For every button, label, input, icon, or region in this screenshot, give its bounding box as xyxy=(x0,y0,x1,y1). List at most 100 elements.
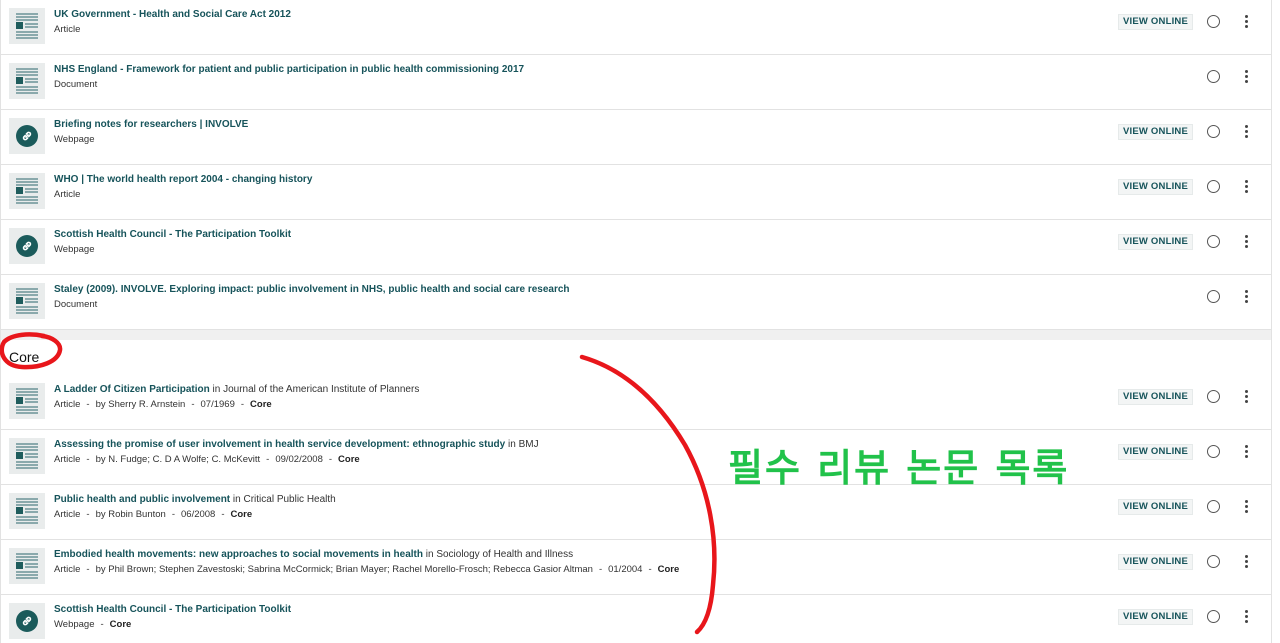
more-options-icon[interactable] xyxy=(1244,180,1248,193)
item-source: in Journal of the American Institute of … xyxy=(209,384,420,395)
item-text: NHS England - Framework for patient and … xyxy=(54,64,1031,91)
item-date: 09/02/2008 xyxy=(275,454,323,465)
item-meta: Article xyxy=(54,189,1031,201)
document-icon[interactable] xyxy=(9,63,45,99)
document-icon[interactable] xyxy=(9,548,45,584)
item-title-link[interactable]: Assessing the promise of user involvemen… xyxy=(54,439,505,450)
item-tag: Core xyxy=(230,509,253,520)
more-options-icon[interactable] xyxy=(1244,390,1248,403)
item-meta: Article - by Phil Brown; Stephen Zavestosk… xyxy=(54,564,1031,576)
item-text: UK Government - Health and Social Care A… xyxy=(54,9,1031,36)
item-text: A Ladder Of Citizen Participation in Jou… xyxy=(54,384,1031,411)
view-online-button[interactable]: VIEW ONLINE xyxy=(1118,389,1194,405)
document-icon[interactable] xyxy=(9,283,45,319)
item-text: Staley (2009). INVOLVE. Exploring impact… xyxy=(54,284,1031,311)
more-options-icon[interactable] xyxy=(1244,555,1248,568)
item-text: Scottish Health Council - The Participat… xyxy=(54,604,1031,631)
select-radio[interactable] xyxy=(1207,610,1220,623)
view-online-button[interactable]: VIEW ONLINE xyxy=(1118,179,1194,195)
view-online-button[interactable]: VIEW ONLINE xyxy=(1118,124,1194,140)
link-icon[interactable] xyxy=(9,228,45,264)
item-title-link[interactable]: Scottish Health Council - The Participat… xyxy=(54,604,291,615)
meta-separator: - xyxy=(648,564,652,575)
view-online-button[interactable]: VIEW ONLINE xyxy=(1118,609,1194,625)
item-tag: Core xyxy=(250,399,272,410)
meta-separator: - xyxy=(100,619,104,630)
more-options-icon[interactable] xyxy=(1244,610,1248,623)
more-options-icon[interactable] xyxy=(1244,500,1248,513)
item-tag: Core xyxy=(109,619,132,630)
item-title-link[interactable]: A Ladder Of Citizen Participation xyxy=(54,384,210,395)
more-options-icon[interactable] xyxy=(1244,235,1248,248)
meta-separator: - xyxy=(240,399,245,410)
item-type: Article xyxy=(54,189,81,200)
more-options-icon[interactable] xyxy=(1244,70,1248,83)
meta-separator: - xyxy=(221,509,225,520)
item-type: Article xyxy=(54,509,81,520)
item-type: Document xyxy=(54,79,98,90)
document-icon[interactable] xyxy=(9,438,45,474)
view-online-button[interactable]: VIEW ONLINE xyxy=(1118,554,1194,570)
item-authors: by N. Fudge; C. D A Wolfe; C. McKevitt xyxy=(95,454,261,465)
item-text: Briefing notes for researchers | INVOLVE… xyxy=(54,119,1031,146)
section-header: Core xyxy=(1,330,1271,375)
item-meta: Document xyxy=(54,79,1031,91)
title-line: A Ladder Of Citizen Participation in Jou… xyxy=(54,384,1031,396)
item-text: Public health and public involvement in … xyxy=(54,494,1031,521)
title-line: Scottish Health Council - The Participat… xyxy=(54,604,1031,616)
item-title-link[interactable]: Briefing notes for researchers | INVOLVE xyxy=(54,119,248,130)
select-radio[interactable] xyxy=(1207,390,1220,403)
view-online-button[interactable]: VIEW ONLINE xyxy=(1118,499,1194,515)
view-online-button[interactable]: VIEW ONLINE xyxy=(1118,444,1194,460)
title-line: Embodied health movements: new approache… xyxy=(54,549,1031,561)
document-icon[interactable] xyxy=(9,173,45,209)
korean-annotation-text: 필수 리뷰 논문 목록 xyxy=(728,446,1070,490)
item-authors: by Robin Bunton xyxy=(95,509,166,520)
list-item: Staley (2009). INVOLVE. Exploring impact… xyxy=(1,275,1271,330)
item-title-link[interactable]: WHO | The world health report 2004 - cha… xyxy=(54,174,312,185)
select-radio[interactable] xyxy=(1207,180,1220,193)
item-meta: Webpage xyxy=(54,244,1031,256)
item-title-link[interactable]: NHS England - Framework for patient and … xyxy=(54,64,524,75)
select-radio[interactable] xyxy=(1207,290,1220,303)
select-radio[interactable] xyxy=(1207,445,1220,458)
document-icon[interactable] xyxy=(9,493,45,529)
item-meta: Webpage xyxy=(54,134,1031,146)
item-title-link[interactable]: UK Government - Health and Social Care A… xyxy=(54,9,291,20)
more-options-icon[interactable] xyxy=(1244,290,1248,303)
item-title-link[interactable]: Scottish Health Council - The Participat… xyxy=(54,229,291,240)
select-radio[interactable] xyxy=(1207,70,1220,83)
item-meta: Article - by Robin Bunton -06/2008- Core xyxy=(54,509,1031,521)
reading-list: UK Government - Health and Social Care A… xyxy=(0,0,1272,643)
item-title-link[interactable]: Public health and public involvement xyxy=(54,494,230,505)
item-date: 06/2008 xyxy=(181,509,216,520)
item-title-link[interactable]: Staley (2009). INVOLVE. Exploring impact… xyxy=(54,284,570,295)
document-icon[interactable] xyxy=(9,8,45,44)
view-online-button[interactable]: VIEW ONLINE xyxy=(1118,234,1194,250)
item-date: 07/1969 xyxy=(200,399,235,410)
select-radio[interactable] xyxy=(1207,555,1220,568)
more-options-icon[interactable] xyxy=(1244,15,1248,28)
title-line: NHS England - Framework for patient and … xyxy=(54,64,1031,76)
list-item: Scottish Health Council - The Participat… xyxy=(1,220,1271,275)
more-options-icon[interactable] xyxy=(1244,125,1248,138)
meta-separator: - xyxy=(598,564,603,575)
item-meta: Article xyxy=(54,24,1031,36)
meta-separator: - xyxy=(86,564,90,575)
select-radio[interactable] xyxy=(1207,235,1220,248)
item-title-link[interactable]: Embodied health movements: new approache… xyxy=(54,549,423,560)
select-radio[interactable] xyxy=(1207,125,1220,138)
item-authors: by Sherry R. Arnstein xyxy=(95,399,186,410)
item-meta: Document xyxy=(54,299,1031,311)
more-options-icon[interactable] xyxy=(1244,445,1248,458)
document-icon[interactable] xyxy=(9,383,45,419)
view-online-button[interactable]: VIEW ONLINE xyxy=(1118,14,1194,30)
link-icon[interactable] xyxy=(9,603,45,639)
select-radio[interactable] xyxy=(1207,15,1220,28)
meta-separator: - xyxy=(191,399,195,410)
link-icon[interactable] xyxy=(9,118,45,154)
select-radio[interactable] xyxy=(1207,500,1220,513)
item-source: in BMJ xyxy=(505,439,539,450)
item-type: Webpage xyxy=(54,244,95,255)
list-item: Briefing notes for researchers | INVOLVE… xyxy=(1,110,1271,165)
